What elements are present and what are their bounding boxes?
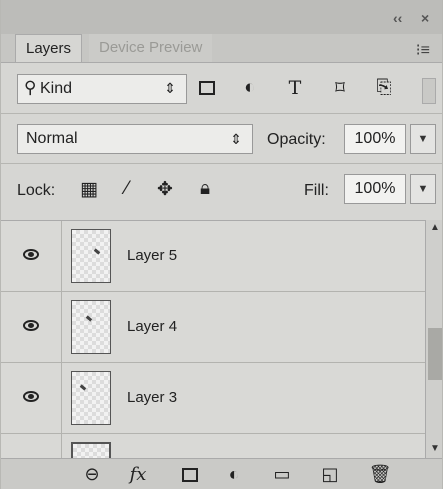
link-layers-icon[interactable]: ⊖	[79, 464, 105, 485]
tab-device-preview[interactable]: Device Preview	[89, 34, 213, 62]
tab-layers[interactable]: Layers	[15, 34, 83, 62]
lock-all-icon[interactable]: 🔒︎	[193, 178, 217, 200]
eye-icon	[23, 249, 39, 260]
lock-image-pixels-icon[interactable]: ⁄	[115, 178, 139, 200]
layer-thumbnail	[71, 300, 111, 354]
filter-kind-select[interactable]: ⚲ Kind ⇕	[17, 74, 187, 104]
blend-mode-select[interactable]: Normal ⇕	[17, 124, 253, 154]
lock-label: Lock:	[17, 182, 56, 199]
chevron-updown-icon: ⇕	[164, 80, 176, 96]
panel-tabs: Layers Device Preview ⁝≡	[1, 34, 442, 63]
adjustment-filter-icon[interactable]: ◐	[237, 77, 263, 99]
opacity-label: Opacity:	[267, 131, 326, 148]
layer-row[interactable]: Layer 3	[1, 363, 425, 434]
visibility-toggle[interactable]	[1, 221, 62, 291]
fx-icon[interactable]: fx	[125, 464, 151, 485]
visibility-toggle[interactable]	[1, 434, 62, 459]
layer-name[interactable]: Layer 4	[127, 318, 177, 335]
blend-row: Normal ⇕ Opacity: 100% ▼	[1, 118, 442, 162]
layers-scrollbar[interactable]: ▲ ▼	[425, 220, 442, 458]
visibility-toggle[interactable]	[1, 363, 62, 433]
fill-label: Fill:	[304, 182, 329, 199]
new-layer-icon[interactable]: ◱	[317, 464, 343, 485]
panel-titlebar: ‹‹ ×	[1, 0, 442, 34]
close-icon[interactable]: ×	[421, 10, 429, 26]
delete-layer-icon[interactable]: 🗑︎	[367, 464, 393, 485]
chevron-updown-icon: ⇕	[230, 131, 242, 147]
blend-mode-value: Normal	[26, 130, 78, 147]
lock-position-icon[interactable]: ✥	[153, 178, 177, 201]
shape-filter-icon[interactable]: ⌑	[327, 77, 353, 100]
visibility-toggle[interactable]	[1, 292, 62, 362]
layer-row[interactable]: Layer 5	[1, 221, 425, 292]
fill-field[interactable]: 100%	[344, 174, 406, 204]
eye-icon	[23, 320, 39, 331]
layers-panel: ‹‹ × Layers Device Preview ⁝≡ ⚲ Kind ⇕ ◐…	[0, 0, 443, 489]
opacity-field[interactable]: 100%	[344, 124, 406, 154]
scroll-down-icon[interactable]: ▼	[430, 443, 440, 454]
layers-list: Layer 5 Layer 4 Layer 3	[1, 220, 425, 459]
search-icon: ⚲	[24, 78, 37, 97]
layer-name[interactable]: Layer 3	[127, 389, 177, 406]
fill-dropdown-button[interactable]: ▼	[410, 174, 436, 204]
filter-kind-label: Kind	[40, 80, 73, 97]
filter-toggle[interactable]	[422, 78, 436, 104]
new-group-icon[interactable]: ▭	[269, 464, 295, 485]
lock-transparent-pixels-icon[interactable]: ▦	[77, 178, 101, 201]
adjustment-layer-icon[interactable]: ◐	[221, 464, 247, 485]
panel-menu-icon[interactable]: ⁝≡	[416, 40, 430, 60]
add-mask-icon[interactable]	[182, 468, 198, 482]
image-filter-icon[interactable]	[199, 81, 215, 95]
filter-row: ⚲ Kind ⇕ ◐ T ⌑ ⎘	[1, 68, 442, 112]
layer-row-partial[interactable]	[1, 434, 425, 459]
layer-thumbnail	[71, 229, 111, 283]
divider	[1, 113, 442, 114]
divider	[1, 163, 442, 164]
layer-name[interactable]: Layer 5	[127, 247, 177, 264]
collapse-icon[interactable]: ‹‹	[393, 10, 402, 26]
scroll-up-icon[interactable]: ▲	[430, 222, 440, 233]
layer-thumbnail	[71, 371, 111, 425]
layer-row[interactable]: Layer 4	[1, 292, 425, 363]
lock-row: Lock: ▦ ⁄ ✥ 🔒︎ Fill: 100% ▼	[1, 168, 442, 212]
scrollbar-thumb[interactable]	[428, 328, 442, 380]
eye-icon	[23, 391, 39, 402]
smart-object-filter-icon[interactable]: ⎘	[371, 77, 397, 99]
type-filter-icon[interactable]: T	[282, 77, 308, 99]
layer-thumbnail	[71, 442, 111, 459]
layers-footer: ⊖ fx ◐ ▭ ◱ 🗑︎	[1, 458, 442, 489]
opacity-dropdown-button[interactable]: ▼	[410, 124, 436, 154]
